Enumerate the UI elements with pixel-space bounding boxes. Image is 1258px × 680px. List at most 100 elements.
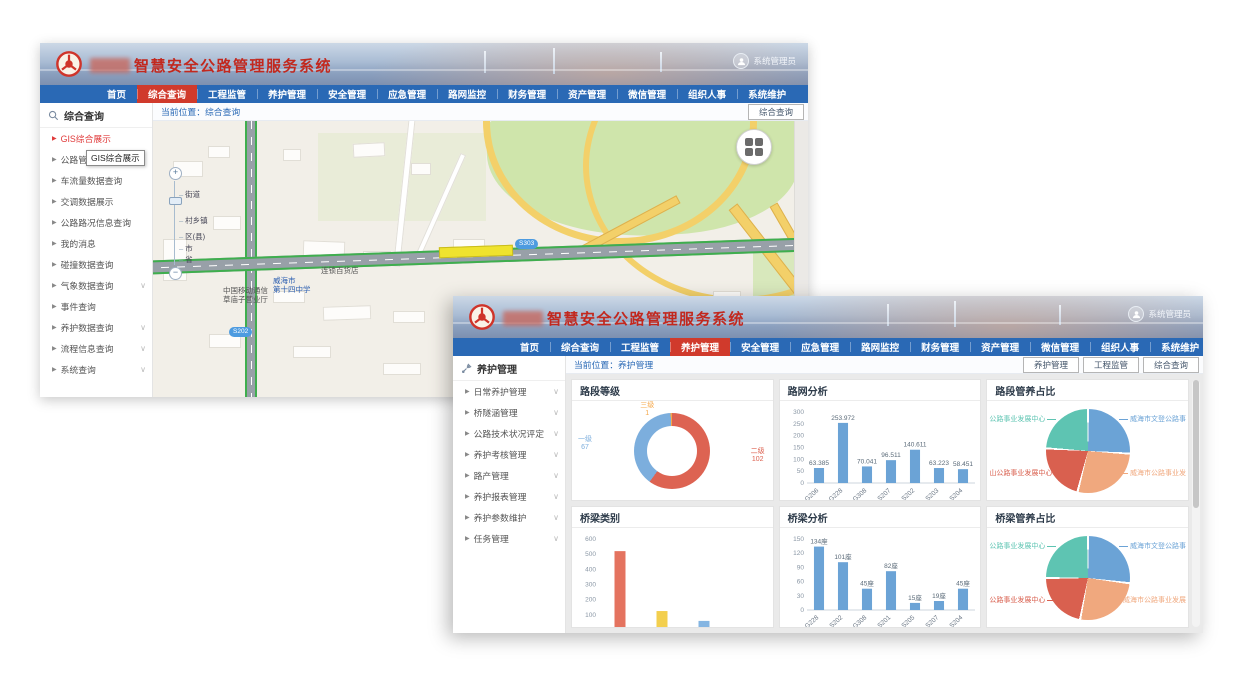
map-layers-grid-button[interactable] [736, 129, 772, 165]
triangle-icon: ▶ [52, 135, 57, 142]
nav-item-11[interactable]: 系统维护 [1150, 338, 1210, 356]
sidebar-item-4[interactable]: ▶公路路况信息查询 [40, 212, 152, 233]
nav-item-3[interactable]: 养护管理 [257, 85, 317, 103]
svg-text:G228: G228 [803, 614, 820, 627]
svg-text:S202: S202 [828, 614, 844, 627]
map-building [353, 142, 386, 158]
triangle-icon: ▶ [52, 156, 57, 163]
panel-title: 桥梁分析 [780, 507, 981, 528]
nav-item-11[interactable]: 系统维护 [737, 85, 797, 103]
zoom-level-label[interactable]: 村乡镇 [179, 215, 208, 226]
user-avatar-icon [1128, 306, 1144, 322]
nav-item-8[interactable]: 资产管理 [557, 85, 617, 103]
quick-tab-button-2[interactable]: 综合查询 [1143, 357, 1199, 373]
triangle-icon: ▶ [52, 324, 57, 331]
nav-item-1[interactable]: 综合查询 [137, 85, 197, 103]
nav-item-7[interactable]: 财务管理 [497, 85, 557, 103]
quick-tab-button-1[interactable]: 工程监管 [1083, 357, 1139, 373]
nav-item-4[interactable]: 安全管理 [317, 85, 377, 103]
quick-tab-button-0[interactable]: 养护管理 [1023, 357, 1079, 373]
sidebar-item-7[interactable]: ▶任务管理∨ [453, 528, 565, 549]
svg-text:19座: 19座 [932, 591, 946, 600]
nav-item-4[interactable]: 安全管理 [730, 338, 790, 356]
nav-item-8[interactable]: 资产管理 [970, 338, 1030, 356]
sidebar-item-label: 系统查询 [61, 363, 96, 376]
sidebar-item-1[interactable]: ▶桥隧涵管理∨ [453, 402, 565, 423]
sidebar-item-10[interactable]: ▶流程信息查询∨ [40, 338, 152, 359]
nav-item-2[interactable]: 工程监管 [197, 85, 257, 103]
sidebar-item-2[interactable]: ▶公路技术状况评定∨ [453, 423, 565, 444]
sidebar-item-label: 养护报表管理 [474, 490, 527, 503]
nav-item-3[interactable]: 养护管理 [670, 338, 730, 356]
app-banner: 智慧安全公路管理服务系统 系统管理员 [40, 43, 808, 85]
svg-text:60: 60 [796, 579, 804, 586]
redacted-logo-text [90, 58, 130, 73]
sidebar-item-11[interactable]: ▶系统查询∨ [40, 359, 152, 380]
svg-text:500: 500 [585, 551, 596, 558]
nav-item-0[interactable]: 首页 [509, 338, 550, 356]
svg-text:101座: 101座 [834, 552, 852, 561]
sidebar-item-6[interactable]: ▶碰撞数据查询 [40, 254, 152, 275]
nav-item-9[interactable]: 微信管理 [1030, 338, 1090, 356]
nav-item-6[interactable]: 路网监控 [437, 85, 497, 103]
pie-slice-label: 二级102 [751, 448, 765, 465]
content-scrollbar[interactable] [1192, 380, 1200, 627]
sidebar-item-6[interactable]: ▶养护参数维护∨ [453, 507, 565, 528]
triangle-icon: ▶ [465, 514, 470, 521]
sidebar-item-3[interactable]: ▶交调数据展示 [40, 191, 152, 212]
zoom-level-label[interactable]: 区(县) [179, 231, 205, 242]
zoom-in-button[interactable]: + [169, 167, 182, 180]
svg-text:G206: G206 [803, 487, 820, 500]
sidebar-tooltip: GIS综合展示 [86, 150, 145, 166]
sidebar-item-3[interactable]: ▶养护考核管理∨ [453, 444, 565, 465]
nav-item-9[interactable]: 微信管理 [617, 85, 677, 103]
sidebar-item-0[interactable]: ▶GIS综合展示 [40, 128, 152, 149]
svg-text:200: 200 [585, 597, 596, 604]
sidebar-item-label: 养护数据查询 [61, 321, 114, 334]
sidebar-item-8[interactable]: ▶事件查询 [40, 296, 152, 317]
nav-item-6[interactable]: 路网监控 [850, 338, 910, 356]
svg-text:0: 0 [800, 480, 804, 487]
zoom-out-button[interactable]: − [169, 267, 182, 280]
panel-title: 路段等级 [572, 380, 773, 401]
sidebar-item-2[interactable]: ▶车流量数据查询 [40, 170, 152, 191]
zoom-level-label[interactable]: 省 [179, 254, 193, 265]
chevron-down-icon: ∨ [553, 450, 559, 459]
svg-text:96.511: 96.511 [881, 452, 901, 459]
user-menu[interactable]: 系统管理员 [1128, 306, 1191, 322]
sidebar-item-4[interactable]: ▶路产管理∨ [453, 465, 565, 486]
chevron-down-icon: ∨ [553, 429, 559, 438]
nav-item-5[interactable]: 应急管理 [377, 85, 437, 103]
nav-item-10[interactable]: 组织人事 [1090, 338, 1150, 356]
quick-tab-button-0[interactable]: 综合查询 [748, 104, 804, 120]
sidebar-item-5[interactable]: ▶我的消息 [40, 233, 152, 254]
sidebar-item-9[interactable]: ▶养护数据查询∨ [40, 317, 152, 338]
map-building [393, 311, 425, 323]
panel-road-grade: 路段等级 二级102一级67三级1 [571, 379, 774, 501]
sidebar: 养护管理 ▶日常养护管理∨▶桥隧涵管理∨▶公路技术状况评定∨▶养护考核管理∨▶路… [453, 356, 566, 633]
nav-item-10[interactable]: 组织人事 [677, 85, 737, 103]
sidebar-item-7[interactable]: ▶气象数据查询∨ [40, 275, 152, 296]
triangle-icon: ▶ [52, 198, 57, 205]
panel-title: 桥梁类别 [572, 507, 773, 528]
svg-text:140.611: 140.611 [903, 442, 926, 449]
nav-item-1[interactable]: 综合查询 [550, 338, 610, 356]
triangle-icon: ▶ [52, 261, 57, 268]
svg-text:S204: S204 [948, 487, 964, 500]
nav-item-5[interactable]: 应急管理 [790, 338, 850, 356]
zoom-level-label[interactable]: 街道 [179, 189, 200, 200]
svg-text:200: 200 [793, 433, 804, 440]
map-poi-label: 中国移动通信 草庙子营业厅 [223, 287, 268, 304]
user-menu[interactable]: 系统管理员 [733, 53, 796, 69]
triangle-icon: ▶ [52, 282, 57, 289]
svg-text:15座: 15座 [908, 593, 922, 602]
svg-text:S205: S205 [900, 614, 916, 627]
sidebar-item-0[interactable]: ▶日常养护管理∨ [453, 381, 565, 402]
nav-item-0[interactable]: 首页 [96, 85, 137, 103]
user-name: 系统管理员 [753, 55, 796, 67]
nav-item-2[interactable]: 工程监管 [610, 338, 670, 356]
zoom-level-label[interactable]: 市 [179, 243, 193, 254]
panel-bridge-analysis: 桥梁分析 0306090120150134座G228101座S20245座G30… [779, 506, 982, 628]
sidebar-item-5[interactable]: ▶养护报表管理∨ [453, 486, 565, 507]
nav-item-7[interactable]: 财务管理 [910, 338, 970, 356]
